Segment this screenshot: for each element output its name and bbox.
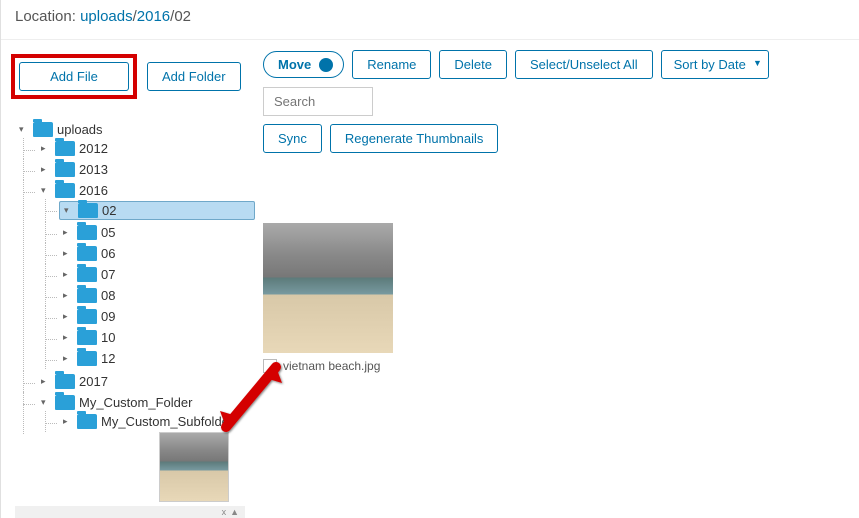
tree-node-10[interactable]: ▸ 10: [59, 329, 255, 346]
horizontal-scrollbar[interactable]: x ▲: [15, 506, 245, 518]
tree-label: 05: [101, 225, 115, 240]
sort-label: Sort by Date: [674, 57, 746, 72]
folder-tree: ▾ uploads ▸ 2012 ▸ 2013 ▾ 2016 ▾ 02 ▸ 05 ▸ 06: [15, 119, 255, 436]
tree-label: 09: [101, 309, 115, 324]
tree-label: 08: [101, 288, 115, 303]
folder-icon: [77, 246, 97, 261]
folder-icon: [77, 225, 97, 240]
folder-icon: [55, 183, 75, 198]
toggle-icon[interactable]: ▸: [63, 311, 73, 322]
content-area: Move Rename Delete Select/Unselect All S…: [255, 50, 859, 436]
tree-label: 02: [102, 203, 116, 218]
folder-icon: [55, 141, 75, 156]
tree-node-2016[interactable]: ▾ 2016: [37, 182, 255, 199]
toggle-icon[interactable]: ▸: [63, 416, 73, 427]
chevron-up-icon: ▲: [230, 507, 239, 517]
toggle-icon[interactable]: ▾: [41, 397, 51, 408]
add-folder-button[interactable]: Add Folder: [147, 62, 241, 91]
tree-node-12[interactable]: ▸ 12: [59, 350, 255, 367]
file-item[interactable]: vietnam beach.jpg: [263, 223, 393, 373]
delete-button[interactable]: Delete: [439, 50, 507, 79]
folder-icon: [77, 267, 97, 282]
toggle-icon[interactable]: ▸: [63, 290, 73, 301]
file-checkbox[interactable]: [263, 359, 277, 373]
tree-node-08[interactable]: ▸ 08: [59, 287, 255, 304]
tree-label: My_Custom_Folder: [79, 395, 192, 410]
toggle-icon[interactable]: ▾: [41, 185, 51, 196]
tree-node-custom[interactable]: ▾ My_Custom_Folder: [37, 394, 255, 411]
folder-icon: [55, 162, 75, 177]
move-label: Move: [278, 57, 311, 72]
tree-label: 12: [101, 351, 115, 366]
location-label: Location:: [15, 8, 76, 25]
file-grid: vietnam beach.jpg: [263, 223, 859, 373]
toggle-icon[interactable]: ▸: [63, 248, 73, 259]
toggle-icon[interactable]: ▾: [19, 124, 29, 135]
file-name: vietnam beach.jpg: [283, 359, 380, 373]
toggle-icon: [319, 58, 333, 72]
toggle-icon[interactable]: ▾: [64, 205, 74, 216]
breadcrumb-02: 02: [174, 8, 191, 25]
toggle-icon[interactable]: ▸: [63, 227, 73, 238]
tree-label: 2013: [79, 162, 108, 177]
folder-icon: [55, 395, 75, 410]
tree-node-07[interactable]: ▸ 07: [59, 266, 255, 283]
folder-icon: [77, 288, 97, 303]
add-file-button[interactable]: Add File: [19, 62, 129, 91]
tree-label: 2016: [79, 183, 108, 198]
folder-icon: [55, 374, 75, 389]
tree-node-2012[interactable]: ▸ 2012: [37, 140, 255, 157]
tree-node-uploads[interactable]: ▾ uploads: [15, 121, 255, 138]
tree-label: uploads: [57, 122, 103, 137]
folder-icon: [78, 203, 98, 218]
toggle-icon[interactable]: ▸: [41, 143, 51, 154]
toggle-icon[interactable]: ▸: [41, 376, 51, 387]
tree-node-2017[interactable]: ▸ 2017: [37, 373, 255, 390]
tree-label: 2012: [79, 141, 108, 156]
location-bar: Location: uploads/2016/02: [1, 0, 859, 40]
select-all-button[interactable]: Select/Unselect All: [515, 50, 653, 79]
toolbar: Move Rename Delete Select/Unselect All S…: [263, 50, 859, 116]
folder-icon: [77, 351, 97, 366]
rename-button[interactable]: Rename: [352, 50, 431, 79]
folder-icon: [77, 330, 97, 345]
move-button[interactable]: Move: [263, 51, 344, 78]
tree-node-09[interactable]: ▸ 09: [59, 308, 255, 325]
tree-node-02[interactable]: ▾ 02: [59, 201, 255, 220]
tree-label: 2017: [79, 374, 108, 389]
drag-preview-thumbnail: [159, 432, 229, 502]
add-file-highlight: Add File: [11, 54, 137, 99]
folder-icon: [77, 309, 97, 324]
sync-button[interactable]: Sync: [263, 124, 322, 153]
tree-node-custom-sub[interactable]: ▸ My_Custom_Subfolder: [59, 413, 255, 430]
tree-label: 10: [101, 330, 115, 345]
tree-node-05[interactable]: ▸ 05: [59, 224, 255, 241]
breadcrumb-2016[interactable]: 2016: [137, 8, 170, 25]
toggle-icon[interactable]: ▸: [63, 353, 73, 364]
tree-label: My_Custom_Subfolder: [101, 414, 233, 429]
breadcrumb-uploads[interactable]: uploads: [80, 8, 133, 25]
sort-dropdown[interactable]: Sort by Date: [661, 50, 769, 79]
file-thumbnail[interactable]: [263, 223, 393, 353]
folder-icon: [77, 414, 97, 429]
search-input[interactable]: [263, 87, 373, 116]
toggle-icon[interactable]: ▸: [63, 269, 73, 280]
tree-node-06[interactable]: ▸ 06: [59, 245, 255, 262]
toggle-icon[interactable]: ▸: [41, 164, 51, 175]
scroll-x-label: x: [222, 507, 227, 517]
tree-label: 06: [101, 246, 115, 261]
toggle-icon[interactable]: ▸: [63, 332, 73, 343]
tree-label: 07: [101, 267, 115, 282]
tree-node-2013[interactable]: ▸ 2013: [37, 161, 255, 178]
sidebar: Add File Add Folder ▾ uploads ▸ 2012 ▸ 201…: [15, 54, 255, 436]
folder-icon: [33, 122, 53, 137]
regenerate-button[interactable]: Regenerate Thumbnails: [330, 124, 499, 153]
